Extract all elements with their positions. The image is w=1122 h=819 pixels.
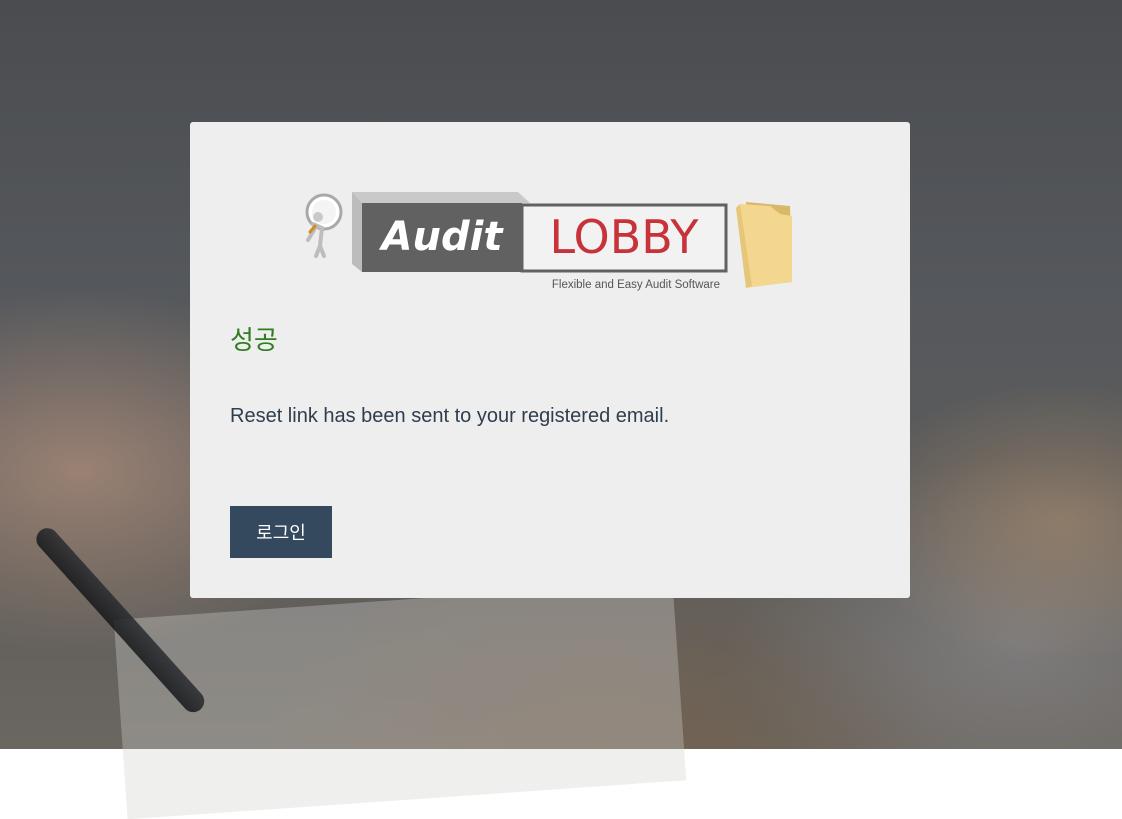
audit-lobby-logo: Audit LOBBY Flexible and Easy Audit Soft… [305, 192, 792, 291]
logo-word-audit: Audit [379, 214, 505, 260]
status-message: Reset link has been sent to your registe… [230, 405, 670, 427]
reset-confirmation-card: Audit LOBBY Flexible and Easy Audit Soft… [190, 122, 910, 598]
magnifier-person-icon [305, 193, 343, 258]
folder-icon [736, 202, 792, 288]
status-title: 성공 [230, 326, 278, 356]
login-button[interactable]: 로그인 [230, 506, 332, 558]
logo-tagline: Flexible and Easy Audit Software [552, 279, 720, 291]
logo-word-lobby: LOBBY [550, 210, 700, 264]
